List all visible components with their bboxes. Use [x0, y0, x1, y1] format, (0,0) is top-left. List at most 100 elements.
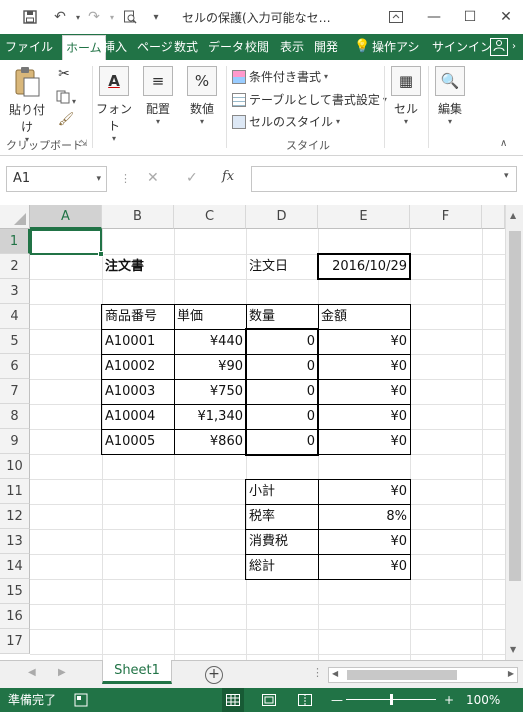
item-code[interactable]: A10004 [102, 404, 174, 429]
scroll-left-icon[interactable]: ◀ [332, 669, 338, 678]
item-amount[interactable]: ¥0 [318, 354, 410, 379]
row-header-4[interactable]: 4 [0, 304, 30, 329]
table-header-price[interactable]: 単価 [174, 304, 246, 329]
page-layout-view-icon[interactable] [262, 688, 276, 712]
cancel-icon[interactable]: ✕ [147, 170, 159, 186]
scroll-down-icon[interactable]: ▼ [510, 645, 516, 654]
active-cell-a1[interactable] [30, 229, 104, 257]
row-header-6[interactable]: 6 [0, 354, 30, 379]
item-amount[interactable]: ¥0 [318, 379, 410, 404]
maximize-button[interactable]: ☐ [452, 4, 488, 30]
formula-input[interactable] [251, 166, 517, 192]
format-painter-icon[interactable]: 🖌 [56, 112, 76, 127]
table-header-qty[interactable]: 数量 [246, 304, 318, 329]
expand-formula-bar-icon[interactable]: ▾ [504, 171, 509, 181]
zoom-slider-thumb[interactable] [390, 694, 393, 705]
row-header-14[interactable]: 14 [0, 554, 30, 579]
worksheet-grid[interactable]: A B C D E F 1 2 3 4 5 6 7 8 9 10 11 12 1… [0, 205, 523, 660]
conditional-formatting-button[interactable]: 条件付き書式 ▾ [232, 68, 328, 85]
customize-qat-icon[interactable]: ▾ [146, 7, 166, 27]
tab-insert[interactable]: 挿入 [103, 34, 127, 60]
item-code[interactable]: A10002 [102, 354, 174, 379]
prev-sheet-icon[interactable]: ◀ [28, 667, 36, 678]
table-header-code[interactable]: 商品番号 [102, 304, 174, 329]
item-amount[interactable]: ¥0 [318, 404, 410, 429]
total-value[interactable]: ¥0 [318, 554, 410, 579]
editing-button[interactable]: 🔍 編集 ▾ [432, 66, 468, 126]
subtotal-label[interactable]: 小計 [246, 479, 318, 504]
tab-view[interactable]: 表示 [280, 34, 304, 60]
account-icon[interactable] [490, 38, 508, 56]
collapse-ribbon-icon[interactable]: ∧ [500, 138, 507, 149]
paste-button[interactable]: 貼り付け ▾ [4, 66, 50, 144]
order-date-value[interactable]: 2016/10/29 [318, 254, 410, 279]
column-header-d[interactable]: D [246, 205, 318, 229]
row-header-11[interactable]: 11 [0, 479, 30, 504]
row-header-2[interactable]: 2 [0, 254, 30, 279]
signin-link[interactable]: サインイン [432, 34, 492, 60]
ribbon-display-options-icon[interactable] [378, 4, 414, 30]
item-qty[interactable]: 0 [246, 379, 318, 404]
consumption-tax-value[interactable]: ¥0 [318, 529, 410, 554]
tab-developer[interactable]: 開発 [314, 34, 338, 60]
item-code[interactable]: A10003 [102, 379, 174, 404]
cells-button[interactable]: ▦ セル ▾ [388, 66, 424, 126]
zoom-out-button[interactable]: — [331, 688, 343, 712]
row-header-17[interactable]: 17 [0, 629, 30, 654]
row-header-15[interactable]: 15 [0, 579, 30, 604]
row-header-10[interactable]: 10 [0, 454, 30, 479]
cut-icon[interactable]: ✂ [54, 66, 74, 82]
redo-icon[interactable]: ↷ [84, 7, 104, 27]
font-button[interactable]: A フォント ▾ [94, 66, 134, 143]
formula-bar-handle-icon[interactable]: ⋮ [120, 172, 131, 185]
column-header-c[interactable]: C [174, 205, 246, 229]
tabs-scroll-icon[interactable]: › [512, 34, 516, 60]
item-price[interactable]: ¥90 [174, 354, 246, 379]
alignment-button[interactable]: ≡ 配置 ▾ [138, 66, 178, 126]
row-header-13[interactable]: 13 [0, 529, 30, 554]
row-header-16[interactable]: 16 [0, 604, 30, 629]
close-button[interactable]: ✕ [488, 4, 523, 30]
sheet-tab-sheet1[interactable]: Sheet1 [102, 660, 172, 684]
tell-me-search[interactable]: 操作アシ [372, 34, 420, 60]
order-date-label[interactable]: 注文日 [246, 254, 318, 279]
vertical-scroll-thumb[interactable] [509, 231, 521, 581]
row-header-8[interactable]: 8 [0, 404, 30, 429]
row-header-5[interactable]: 5 [0, 329, 30, 354]
select-all-corner[interactable] [0, 205, 30, 229]
tab-home[interactable]: ホーム [62, 35, 106, 60]
tab-page-layout[interactable]: ページ [137, 34, 173, 60]
cell-styles-button[interactable]: セルのスタイル ▾ [232, 113, 340, 130]
minimize-button[interactable]: — [416, 4, 452, 30]
order-title[interactable]: 注文書 [102, 254, 174, 279]
item-price[interactable]: ¥1,340 [174, 404, 246, 429]
column-header-g[interactable] [482, 205, 505, 229]
row-header-3[interactable]: 3 [0, 279, 30, 304]
item-price[interactable]: ¥440 [174, 329, 246, 354]
format-as-table-button[interactable]: テーブルとして書式設定▾ [232, 91, 387, 108]
item-qty[interactable]: 0 [246, 354, 318, 379]
total-label[interactable]: 総計 [246, 554, 318, 579]
item-price[interactable]: ¥750 [174, 379, 246, 404]
item-amount[interactable]: ¥0 [318, 329, 410, 354]
normal-view-icon[interactable] [222, 688, 244, 712]
page-break-view-icon[interactable] [298, 688, 312, 712]
subtotal-value[interactable]: ¥0 [318, 479, 410, 504]
zoom-level[interactable]: 100% [466, 688, 500, 712]
row-header-1[interactable]: 1 [0, 229, 30, 254]
scroll-up-icon[interactable]: ▲ [510, 211, 516, 220]
scroll-right-icon[interactable]: ▶ [508, 669, 514, 678]
zoom-in-button[interactable]: + [444, 688, 454, 712]
tax-rate-value[interactable]: 8% [318, 504, 410, 529]
horizontal-scroll-thumb[interactable] [347, 670, 457, 680]
item-code[interactable]: A10005 [102, 429, 174, 454]
horizontal-scrollbar[interactable]: ◀ ▶ [328, 667, 518, 683]
zoom-slider[interactable] [346, 688, 436, 712]
item-qty[interactable]: 0 [246, 404, 318, 429]
column-header-a[interactable]: A [30, 205, 102, 229]
item-qty[interactable]: 0 [246, 329, 318, 354]
item-amount[interactable]: ¥0 [318, 429, 410, 454]
consumption-tax-label[interactable]: 消費税 [246, 529, 318, 554]
macro-record-icon[interactable] [74, 688, 88, 712]
fill-handle[interactable] [98, 251, 104, 257]
